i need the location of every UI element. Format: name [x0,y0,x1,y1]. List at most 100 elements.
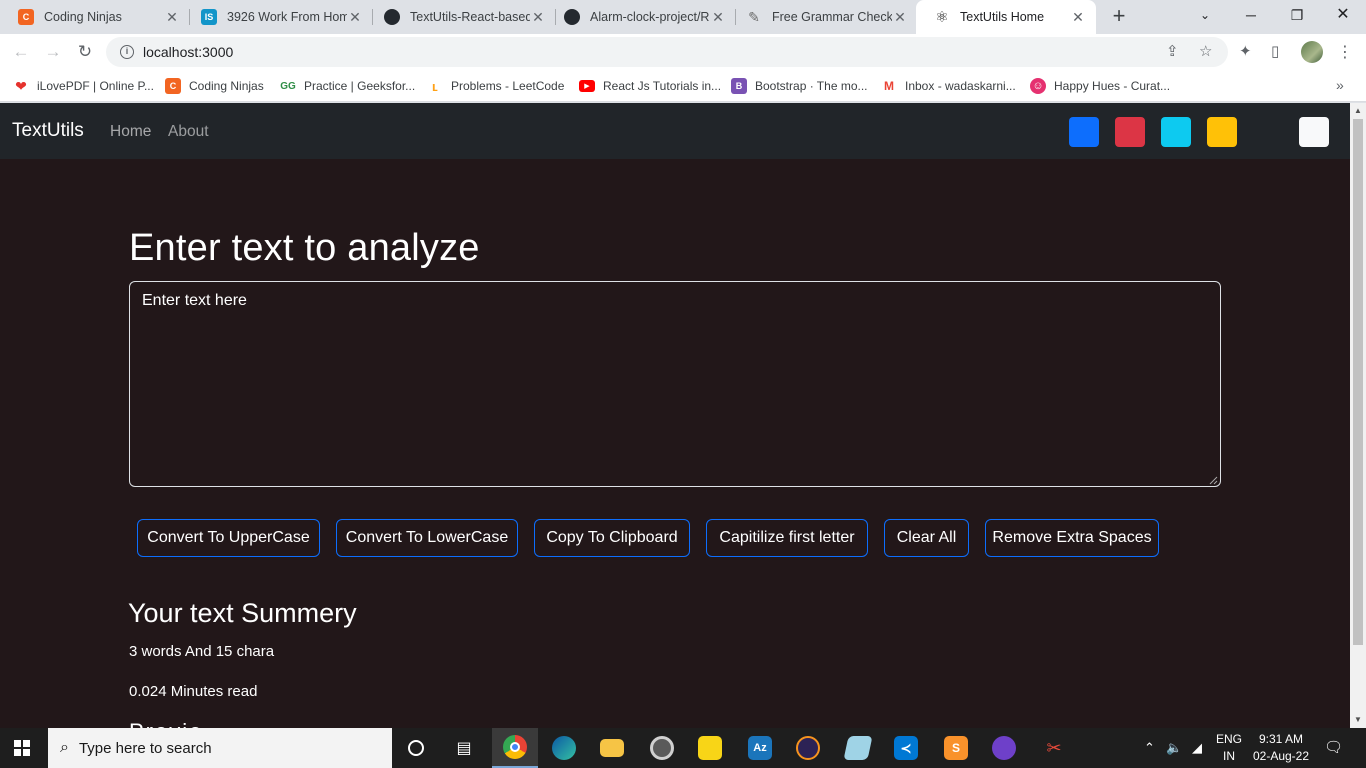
word-count-text: 3 words And 15 chara [129,643,275,660]
cortana-icon[interactable] [396,731,436,765]
forward-button[interactable]: → [41,40,65,64]
bookmark-leetcode[interactable]: ʟ Problems - LeetCode [427,76,564,96]
windows-start-icon[interactable] [14,740,30,756]
extensions-puzzle-icon[interactable]: ✦ [1239,42,1252,60]
bookmark-coding-ninjas[interactable]: C Coding Ninjas [165,76,264,96]
quill-icon: ✎ [748,8,760,25]
notepad-icon[interactable] [838,731,878,765]
capitalize-button[interactable]: Capitilize first letter [706,519,868,557]
vscode-icon[interactable]: ≺ [886,731,926,765]
eclipse-icon[interactable] [788,731,828,765]
bookmark-happy-hues[interactable]: ☺ Happy Hues - Curat... [1030,76,1170,96]
share-icon[interactable]: ⇪ [1166,42,1179,60]
theme-cyan-swatch[interactable] [1161,117,1191,147]
task-view-icon[interactable]: ▤ [444,731,484,765]
github-icon [564,9,580,25]
uppercase-button[interactable]: Convert To UpperCase [137,519,320,557]
bookmark-ilovepdf[interactable]: ❤ iLovePDF | Online P... [13,76,154,96]
tab-github-textutils[interactable]: TextUtils-React-based ✕ [366,0,556,34]
theme-light-swatch[interactable] [1299,117,1329,147]
volume-icon[interactable]: 🔈 [1166,740,1182,756]
tab-internshala[interactable]: IS 3926 Work From Hom ✕ [183,0,373,34]
address-bar[interactable]: i localhost:3000 [106,37,1228,67]
new-tab-button[interactable]: + [1106,5,1132,29]
tab-coding-ninjas[interactable]: C Coding Ninjas ✕ [0,0,190,34]
clock-time: 9:31 AM [1258,732,1304,746]
chrome-taskbar-icon[interactable] [492,728,538,768]
clear-all-button[interactable]: Clear All [884,519,969,557]
close-icon[interactable]: ✕ [164,9,180,26]
more-bookmarks-icon[interactable]: » [1336,77,1344,93]
restore-button[interactable]: ❐ [1274,0,1320,30]
hidden-icons-chevron-icon[interactable]: ⌃ [1144,740,1155,756]
side-panel-icon[interactable]: ▯ [1271,42,1279,60]
nav-home-link[interactable]: Home [110,123,151,141]
network-icon[interactable]: ◢ [1192,740,1202,756]
theme-red-swatch[interactable] [1115,117,1145,147]
tab-title: Alarm-clock-project/R [590,10,710,24]
bookmark-star-icon[interactable]: ☆ [1199,42,1212,60]
resize-handle-icon[interactable] [1208,475,1218,485]
github-desktop-icon[interactable] [984,731,1024,765]
bookmarks-bar: ❤ iLovePDF | Online P... C Coding Ninjas… [0,70,1366,102]
close-icon[interactable]: ✕ [347,9,363,26]
window-close-button[interactable]: ✕ [1320,0,1366,30]
gmail-icon: M [884,79,894,93]
lowercase-button[interactable]: Convert To LowerCase [336,519,518,557]
edge-icon[interactable] [544,731,584,765]
input-language-indicator[interactable]: ENG IN [1212,731,1246,765]
page-scrollbar[interactable]: ▲ ▼ [1350,103,1366,728]
remove-spaces-button[interactable]: Remove Extra Spaces [985,519,1159,557]
sublime-text-icon[interactable]: S [936,731,976,765]
close-icon[interactable]: ✕ [710,9,726,26]
scrollbar-thumb[interactable] [1353,119,1363,645]
bookmark-bootstrap[interactable]: B Bootstrap · The mo... [731,76,868,96]
bookmark-gmail-inbox[interactable]: M Inbox - wadaskarni... [881,76,1016,96]
scroll-up-icon[interactable]: ▲ [1354,106,1362,115]
tab-title: TextUtils-React-based [410,10,530,24]
internshala-icon: IS [201,9,217,25]
theme-yellow-swatch[interactable] [1207,117,1237,147]
back-button[interactable]: ← [9,40,33,64]
youtube-icon: ▶ [579,80,595,92]
tab-textutils-home[interactable]: ⚛ TextUtils Home ✕ [916,0,1096,34]
geeksforgeeks-icon: GG [280,80,296,92]
snipping-tool-icon[interactable]: ✂ [1034,731,1074,765]
taskbar-search-placeholder: Type here to search [78,739,212,757]
azure-data-studio-icon[interactable]: Az [740,731,780,765]
minimize-button[interactable]: ─ [1228,0,1274,30]
media-player-icon[interactable] [642,731,682,765]
search-icon: ⌕ [60,739,69,756]
tab-github-alarm[interactable]: Alarm-clock-project/R ✕ [546,0,736,34]
notifications-icon[interactable]: 🗨 [1324,738,1343,756]
tab-grammar-checker[interactable]: ✎ Free Grammar Checke ✕ [728,0,918,34]
file-explorer-icon[interactable] [592,731,632,765]
close-icon[interactable]: ✕ [892,9,908,26]
react-icon: ⚛ [935,9,949,26]
close-icon[interactable]: ✕ [1070,9,1086,26]
chrome-menu-icon[interactable]: ⋮ [1337,42,1353,62]
sticky-notes-icon[interactable] [690,731,730,765]
taskbar-search-box[interactable]: ⌕ Type here to search [48,728,392,768]
scroll-down-icon[interactable]: ▼ [1354,715,1362,724]
bookmark-react-tutorials[interactable]: ▶ React Js Tutorials in... [579,76,721,96]
close-icon[interactable]: ✕ [530,9,546,26]
bookmark-geeksforgeeks[interactable]: GG Practice | Geeksfor... [280,76,415,96]
tab-search-chevron-icon[interactable]: ⌄ [1182,0,1228,30]
theme-blue-swatch[interactable] [1069,117,1099,147]
happy-hues-icon: ☺ [1030,78,1046,94]
bookmark-label: iLovePDF | Online P... [37,79,154,93]
copy-clipboard-button[interactable]: Copy To Clipboard [534,519,690,557]
bookmark-label: React Js Tutorials in... [603,79,722,93]
site-info-icon[interactable]: i [120,45,134,59]
taskbar-clock[interactable]: 9:31 AM 02-Aug-22 [1248,731,1314,765]
nav-about-link[interactable]: About [168,123,209,141]
profile-avatar[interactable] [1301,41,1323,63]
reload-button[interactable]: ↻ [73,40,97,64]
app-brand[interactable]: TextUtils [12,120,84,142]
language-code: ENG [1215,732,1242,746]
text-input-area[interactable] [129,281,1221,487]
leetcode-icon: ʟ [432,78,438,94]
browser-toolbar: ← → ↻ i localhost:3000 ⇪ ☆ ✦ ▯ ⋮ [0,34,1366,70]
app-navbar: TextUtils Home About [0,103,1350,159]
